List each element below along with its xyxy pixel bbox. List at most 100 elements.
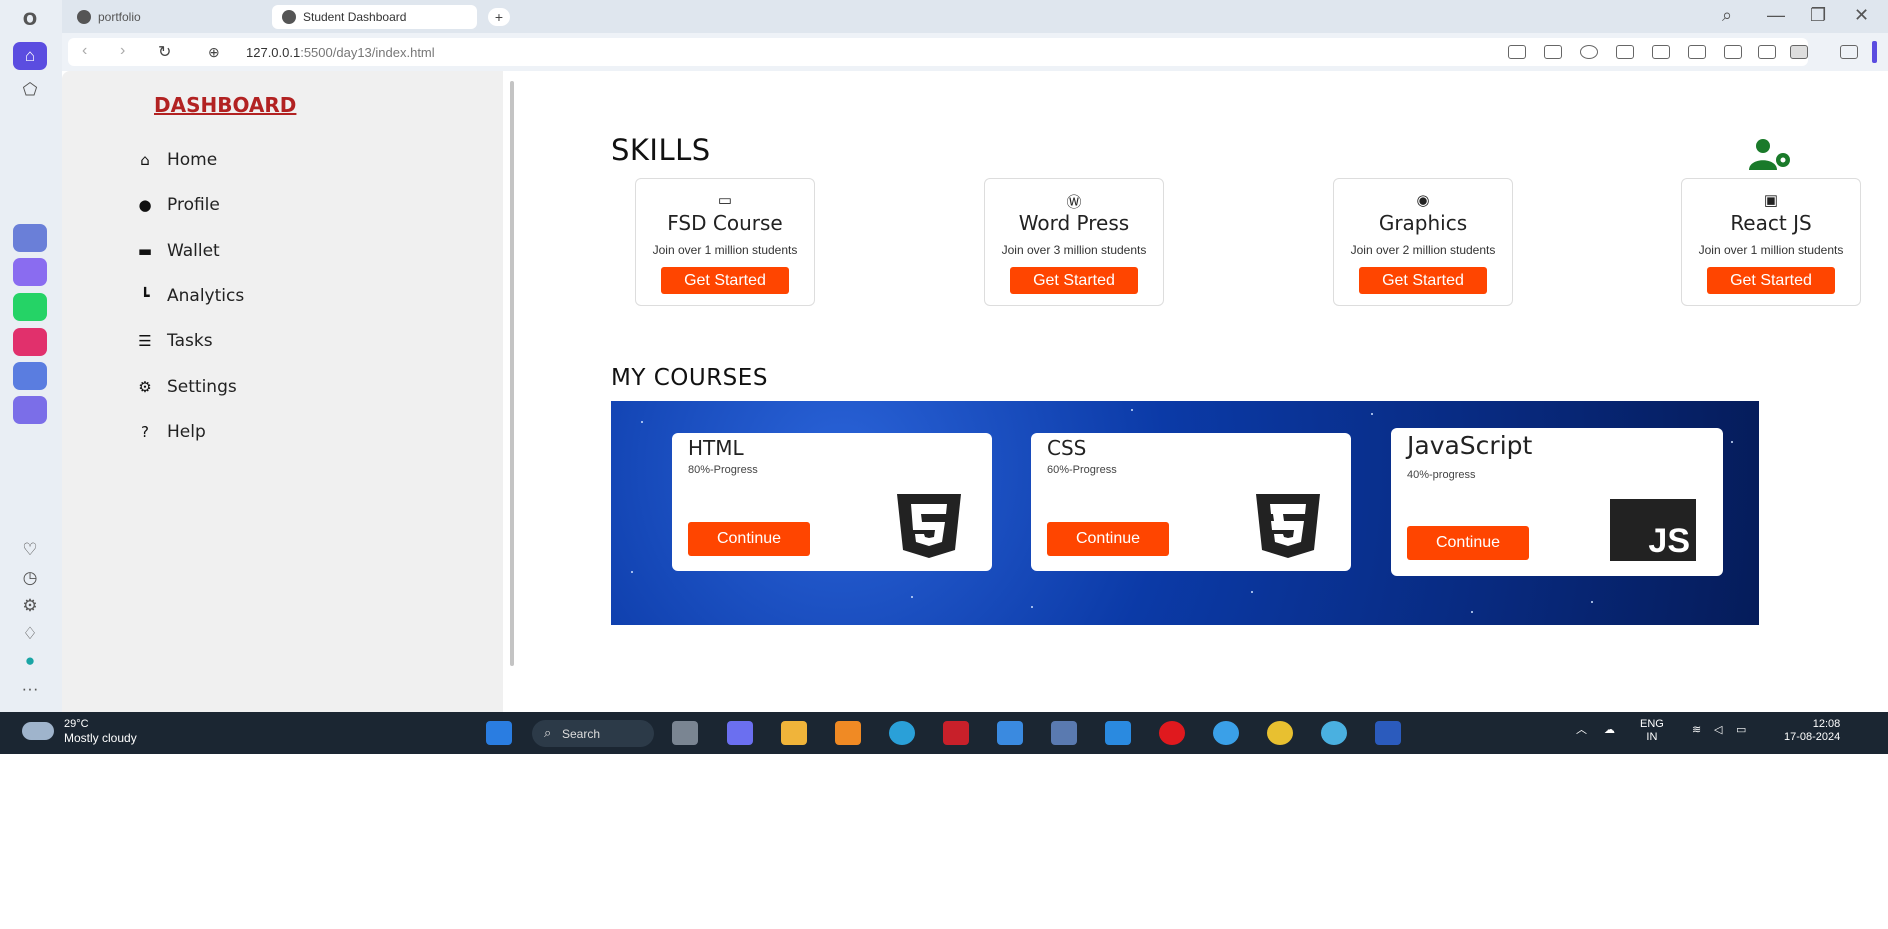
html5-logo-icon: [897, 494, 961, 558]
more-icon[interactable]: ···: [13, 675, 47, 703]
task-view-icon[interactable]: [672, 721, 698, 745]
sidebar-item-settings[interactable]: ⚙ Settings: [135, 372, 236, 402]
course-card-javascript: JavaScript 40%-progress Continue JS: [1391, 428, 1723, 576]
history-icon[interactable]: ◷: [13, 564, 47, 592]
css3-logo-icon: [1256, 494, 1320, 558]
search-icon: ⌕: [544, 725, 552, 740]
new-tab-button[interactable]: +: [488, 8, 510, 26]
easy-setup-icon[interactable]: [1758, 45, 1776, 59]
settings-icon[interactable]: ⚙: [13, 592, 47, 620]
sidebar-item-label: Wallet: [167, 241, 220, 261]
messenger-icon[interactable]: [13, 258, 47, 286]
site-info-icon[interactable]: ⊕: [208, 44, 220, 61]
wallet-box-icon[interactable]: [1840, 45, 1858, 59]
aria-app-icon[interactable]: [13, 224, 47, 252]
globe-app-icon[interactable]: [1321, 721, 1347, 745]
camera-icon[interactable]: [1544, 45, 1562, 59]
word-icon[interactable]: [1375, 721, 1401, 745]
heart-outline-icon[interactable]: [1652, 45, 1670, 59]
address-toolbar: ‹ › ↻ ⊕ 127.0.0.1:5500/day13/index.html: [62, 33, 1888, 71]
browser-app-icon[interactable]: [1213, 721, 1239, 745]
heart-icon[interactable]: ♡: [13, 536, 47, 564]
sidebar-item-help[interactable]: ? Help: [135, 417, 206, 447]
sidebar-scrollbar[interactable]: [507, 71, 517, 712]
continue-button[interactable]: Continue: [1047, 522, 1169, 556]
sidebar-item-home[interactable]: ⌂ Home: [135, 145, 217, 175]
courses-banner: HTML 80%-Progress Continue CSS 60%-Progr…: [611, 401, 1759, 625]
skill-title: Word Press: [1018, 211, 1130, 235]
pentagon-icon[interactable]: ⬠: [13, 76, 47, 104]
sidebar-item-wallet[interactable]: ▬ Wallet: [135, 236, 220, 266]
tasks-icon: ☰: [138, 332, 152, 350]
taskbar-search[interactable]: ⌕ Search: [532, 720, 654, 747]
sidebar-item-tasks[interactable]: ☰ Tasks: [135, 326, 213, 356]
course-title: HTML: [688, 436, 744, 460]
opera-taskbar-icon[interactable]: [1159, 721, 1185, 745]
reload-icon[interactable]: ↻: [158, 42, 171, 62]
url-text[interactable]: 127.0.0.1:5500/day13/index.html: [246, 45, 435, 60]
sidebar-item-analytics[interactable]: ┗ Analytics: [135, 281, 244, 311]
network-app-icon[interactable]: [1051, 721, 1077, 745]
address-field[interactable]: ‹ › ↻ ⊕ 127.0.0.1:5500/day13/index.html: [68, 38, 1808, 66]
video-app-icon[interactable]: [13, 396, 47, 424]
profile-icon[interactable]: [1790, 45, 1808, 59]
send-icon[interactable]: [1616, 45, 1634, 59]
teams-icon[interactable]: [727, 721, 753, 745]
help-icon: ?: [141, 423, 149, 441]
chevron-up-icon[interactable]: ︿: [1576, 724, 1587, 737]
back-icon[interactable]: ‹: [82, 42, 87, 60]
user-settings-icon[interactable]: [1747, 137, 1797, 171]
laptop-icon: ▭: [717, 192, 733, 209]
onedrive-icon[interactable]: ☁: [1604, 724, 1615, 737]
player-app-icon[interactable]: [13, 362, 47, 390]
download-icon[interactable]: [1688, 45, 1706, 59]
wallet-icon: ▬: [137, 242, 153, 260]
get-started-button[interactable]: Get Started: [1707, 267, 1835, 294]
opera-logo-icon[interactable]: O: [13, 6, 47, 34]
instagram-icon[interactable]: [13, 328, 47, 356]
sidebar-item-profile[interactable]: ● Profile: [135, 190, 219, 220]
battery-icon[interactable]: ▭: [1736, 724, 1746, 737]
minimize-icon[interactable]: —: [1767, 5, 1785, 26]
volume-icon[interactable]: ◁: [1714, 724, 1722, 737]
edit-icon[interactable]: [1508, 45, 1526, 59]
search-tabs-icon[interactable]: ⌕: [1722, 5, 1732, 26]
sidebar-item-label: Tasks: [167, 331, 213, 351]
clock-date: 17-08-2024: [1784, 731, 1841, 743]
lightbulb-icon[interactable]: ♢: [13, 620, 47, 648]
skill-title: React JS: [1730, 211, 1812, 235]
edge-icon[interactable]: [889, 721, 915, 745]
chrome-icon[interactable]: [1267, 721, 1293, 745]
get-started-button[interactable]: Get Started: [1010, 267, 1138, 294]
tab-student-dashboard[interactable]: Student Dashboard: [272, 5, 477, 29]
scrollbar-thumb[interactable]: [510, 81, 514, 666]
sidebar-item-label: Help: [167, 422, 206, 442]
get-started-button[interactable]: Get Started: [661, 267, 789, 294]
battery-saver-icon[interactable]: [1724, 45, 1742, 59]
language-indicator[interactable]: ENG IN: [1640, 718, 1664, 744]
aria-icon[interactable]: ●: [13, 647, 47, 675]
vscode-icon[interactable]: [1105, 721, 1131, 745]
whatsapp-icon[interactable]: [13, 293, 47, 321]
vlc-icon[interactable]: [835, 721, 861, 745]
mcafee-icon[interactable]: [943, 721, 969, 745]
restore-icon[interactable]: ❐: [1810, 5, 1826, 26]
tab-portfolio[interactable]: portfolio: [67, 5, 267, 29]
windows-start-icon[interactable]: [486, 721, 512, 745]
sidebar-toggle-icon[interactable]: [1872, 41, 1877, 63]
continue-button[interactable]: Continue: [1407, 526, 1529, 560]
adblock-icon[interactable]: [1580, 45, 1598, 59]
continue-button[interactable]: Continue: [688, 522, 810, 556]
tab-label: portfolio: [98, 10, 141, 24]
store-icon[interactable]: [997, 721, 1023, 745]
get-started-button[interactable]: Get Started: [1359, 267, 1487, 294]
forward-icon[interactable]: ›: [120, 42, 125, 60]
file-explorer-icon[interactable]: [781, 721, 807, 745]
clock[interactable]: 12:08 17-08-2024: [1784, 718, 1840, 744]
brand-title[interactable]: DASHBOARD: [154, 93, 296, 117]
home-tab-icon[interactable]: ⌂: [13, 42, 47, 70]
clock-time: 12:08: [1812, 718, 1841, 730]
wifi-icon[interactable]: ≋: [1692, 724, 1701, 737]
close-icon[interactable]: ✕: [1854, 5, 1869, 26]
lang-bottom: IN: [1646, 731, 1658, 743]
